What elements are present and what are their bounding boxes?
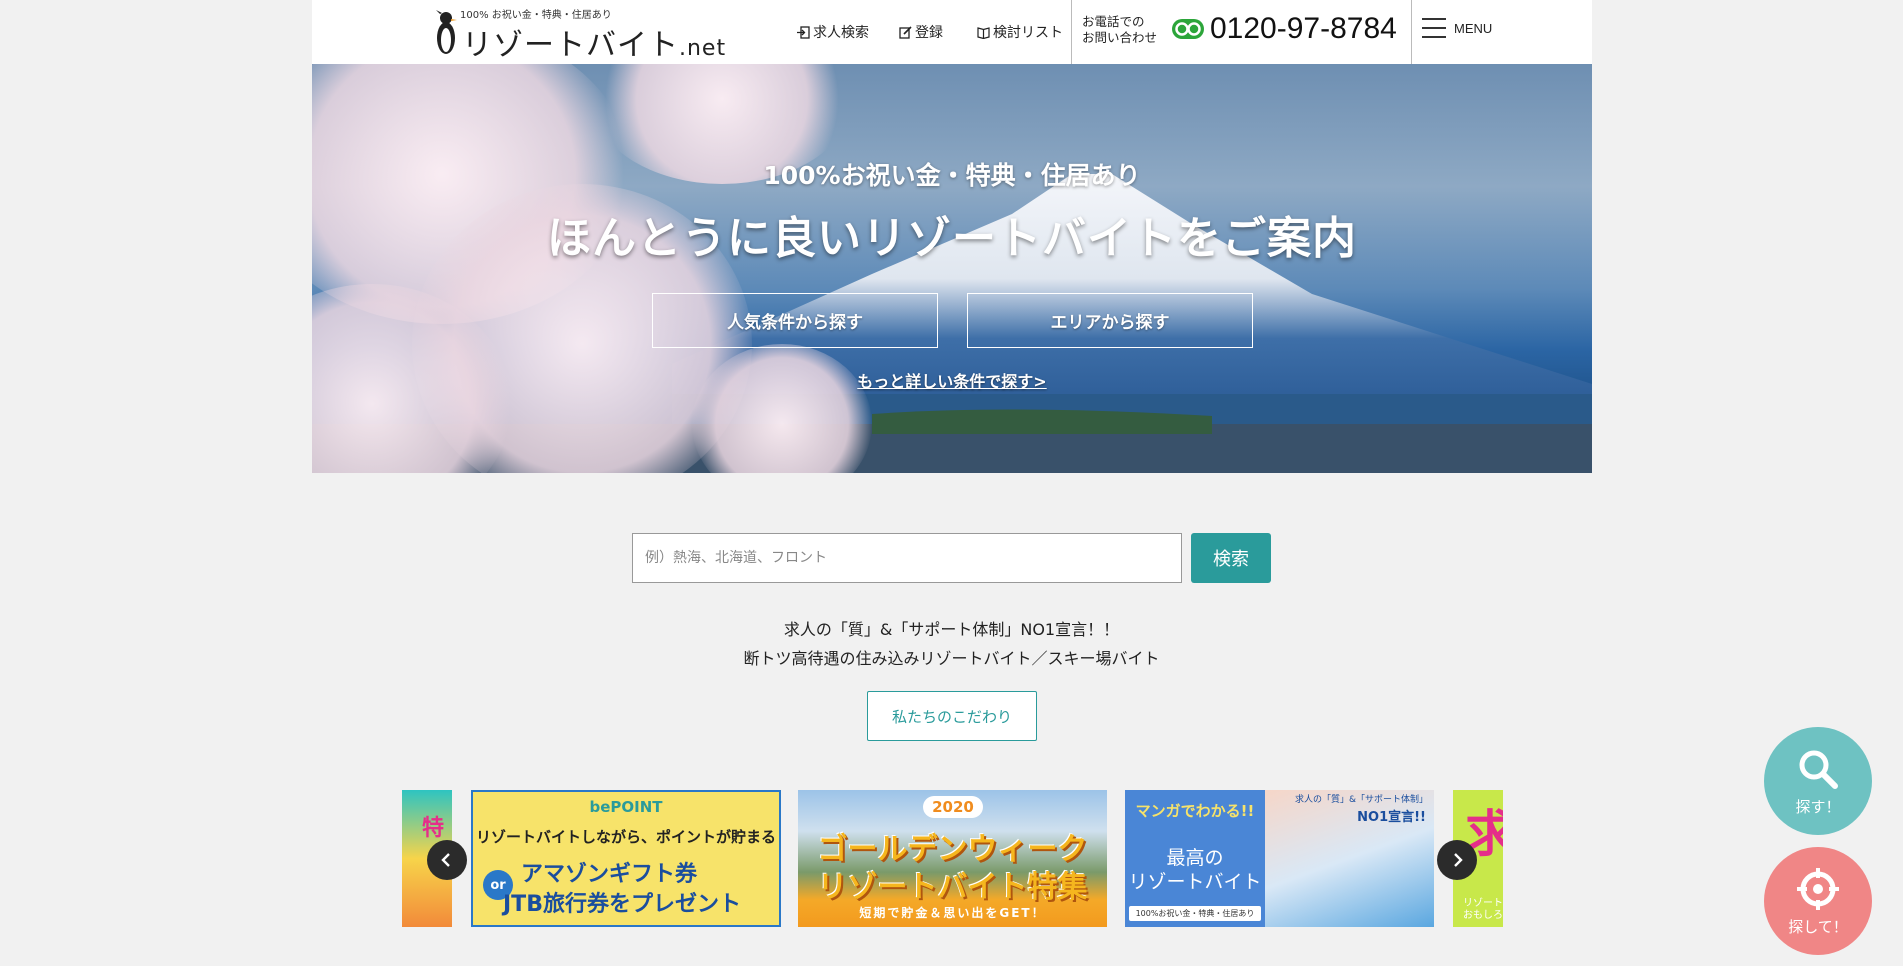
site-header: 100% お祝い金・特典・住居あり リゾートバイト.net 求人検索 登録 検討… [312,0,1592,64]
phone-number-link[interactable]: 0120-97-8784 [1172,12,1397,46]
carousel-next-button[interactable] [1437,840,1477,880]
nav-register-label: 登録 [915,25,943,41]
chevron-left-icon [441,853,450,867]
detailed-search-link[interactable]: もっと詳しい条件で探す> [857,372,1046,391]
manga-left-panel: マンガでわかる!! 最高の リゾートバイト 100%お祝い金・特典・住居あり [1125,790,1265,927]
logo-tagline: 100% お祝い金・特典・住居あり [460,10,612,21]
floating-search-label: 探す！ [1795,797,1841,816]
banner-bepoint[interactable]: bePOINT リゾートバイトしながら、ポイントが貯まる or アマゾンギフト券… [471,790,781,927]
banner-partial-right-small: リゾート おもしろ [1463,898,1503,922]
search-button[interactable]: 検索 [1191,533,1271,583]
login-icon [797,25,810,39]
carousel-prev-button[interactable] [427,840,467,880]
book-icon [977,26,990,39]
contact-label-line1: お電話での [1082,14,1145,29]
nav-favorites-label: 検討リスト [993,25,1063,41]
nav-register[interactable]: 登録 [899,22,943,42]
bepoint-logo: bePOINT [589,798,663,816]
bepoint-line2: アマゾンギフト券 [521,862,698,887]
logo-name-suffix: .net [679,36,727,61]
target-icon [1797,867,1839,910]
nav-favorites[interactable]: 検討リスト [977,22,1063,42]
gw-year: 2020 [923,796,983,818]
popular-conditions-button[interactable]: 人気条件から探す [652,293,938,348]
hero-title: ほんとうに良いリゾートバイトをご案内 [547,213,1357,264]
manga-right1: 求人の「質」&「サポート体制」 [1294,795,1428,805]
search-icon [1799,750,1838,789]
floating-search-button[interactable]: 探す！ [1764,727,1872,835]
detailed-search-container: もっと詳しい条件で探す> [312,368,1592,392]
search-input[interactable] [632,533,1182,583]
manga-line1: マンガでわかる!! [1135,802,1255,820]
chevron-right-icon [1454,853,1463,867]
gw-line2: リゾートバイト特集 [817,870,1088,905]
banner-manga[interactable]: マンガでわかる!! 最高の リゾートバイト 100%お祝い金・特典・住居あり 求… [1125,790,1434,927]
floating-find-label: 探して！ [1788,917,1848,936]
header-divider [1411,0,1412,64]
edit-icon [899,25,912,39]
manga-right2: NO1宣言!! [1357,810,1426,825]
banner-partial-right-small1: リゾート [1463,898,1503,909]
contact-label: お電話での お問い合わせ [1082,14,1157,46]
gw-line3: 短期で貯金＆思い出をGET！ [859,906,1046,920]
tagline-line2: 断トツ高待遇の住み込みリゾートバイト／スキー場バイト [743,649,1160,668]
freedial-icon [1172,19,1204,39]
manga-title: 最高の リゾートバイト [1125,846,1265,894]
bepoint-line3: JTB旅行券をプレゼント [503,892,741,917]
bepoint-line1: リゾートバイトしながら、ポイントが貯まる [475,828,776,846]
manga-illustration: 求人の「質」&「サポート体制」 NO1宣言!! [1265,790,1434,927]
banner-golden-week[interactable]: 2020 ゴールデンウィーク リゾートバイト特集 短期で貯金＆思い出をGET！ [798,790,1107,927]
phone-number: 0120-97-8784 [1210,12,1397,45]
tagline-line1: 求人の「質」&「サポート体制」NO1宣言！！ [783,620,1120,639]
logo-name: リゾートバイト.net [462,20,726,64]
banner-partial-left-text: 特 [422,816,445,841]
banner-partial-right-small2: おもしろ [1463,910,1503,921]
nav-job-search[interactable]: 求人検索 [797,22,869,42]
area-search-button[interactable]: エリアから探す [967,293,1253,348]
manga-line2: 最高の [1166,847,1224,869]
menu-button[interactable]: MENU [1422,18,1492,38]
manga-line4: 100%お祝い金・特典・住居あり [1129,906,1261,921]
logo-name-main: リゾートバイト [462,28,679,63]
nav-job-search-label: 求人検索 [813,25,869,41]
hero-subtitle: 100%お祝い金・特典・住居あり [763,161,1141,190]
menu-label: MENU [1454,20,1493,36]
manga-line3: リゾートバイト [1128,871,1262,893]
penguin-icon [436,10,457,54]
site-logo[interactable]: 100% お祝い金・特典・住居あり リゾートバイト.net [424,4,725,63]
contact-label-line2: お問い合わせ [1082,30,1158,45]
header-divider [1071,0,1072,64]
floating-find-button[interactable]: 探して！ [1764,847,1872,955]
hamburger-icon [1422,18,1446,38]
hero-banner: 100%お祝い金・特典・住居あり ほんとうに良いリゾートバイトをご案内 人気条件… [312,64,1592,473]
our-commitment-button[interactable]: 私たちのこだわり [867,691,1037,741]
